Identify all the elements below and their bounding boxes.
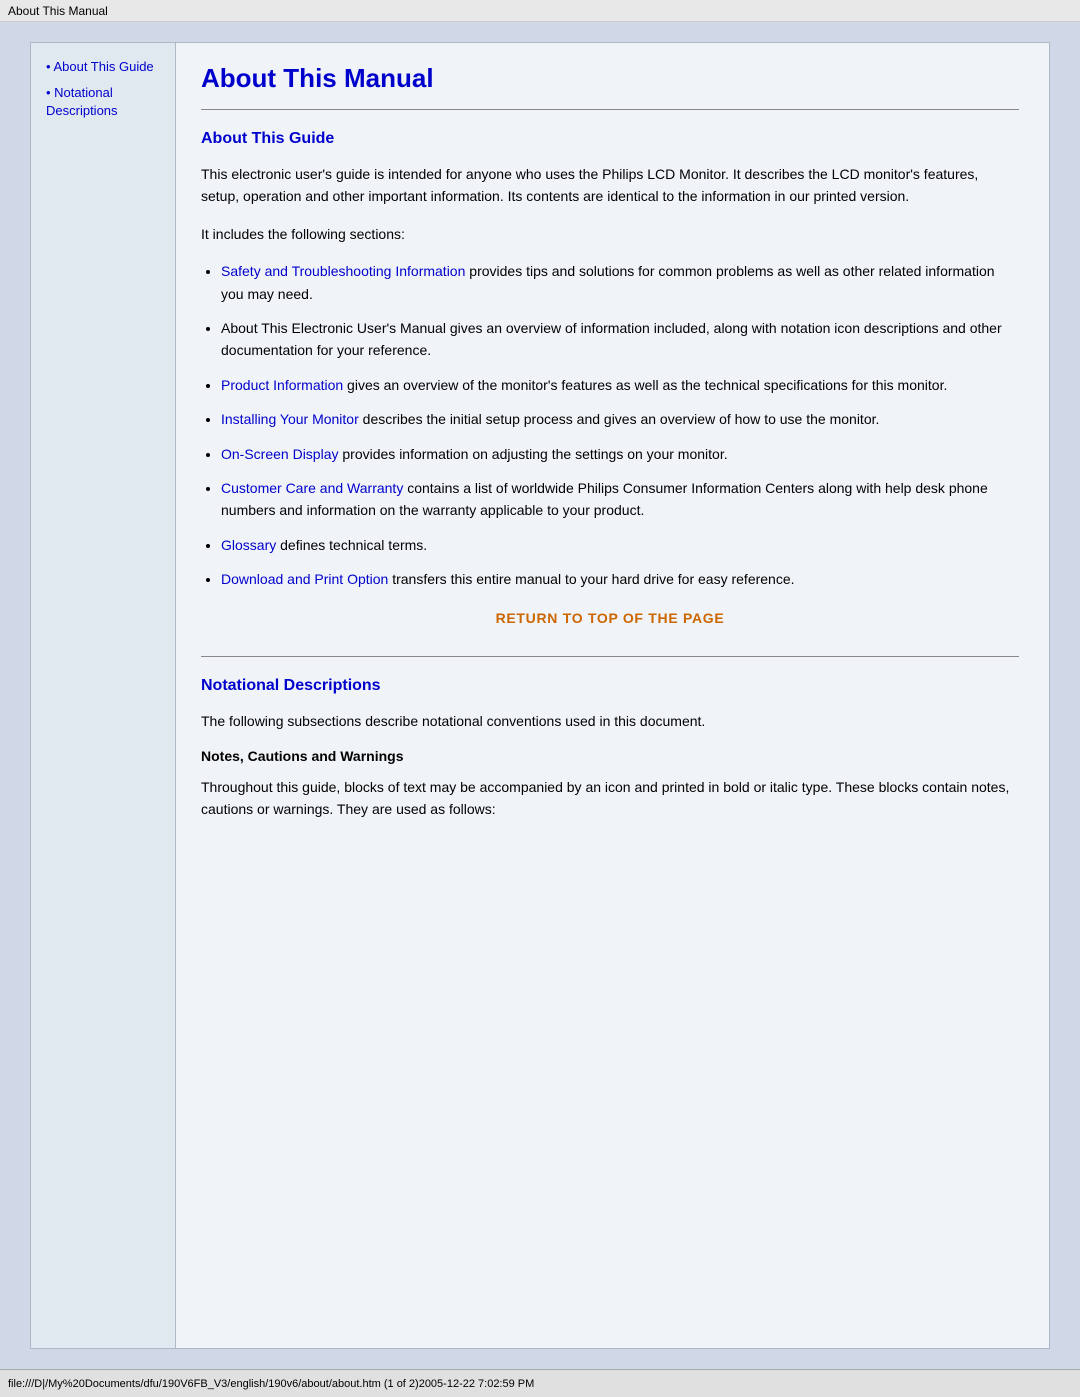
list-item-electronic-text: About This Electronic User's Manual give…	[221, 320, 1002, 358]
link-download[interactable]: Download and Print Option	[221, 571, 388, 587]
paragraph-notes-cautions: Throughout this guide, blocks of text ma…	[201, 776, 1019, 821]
sidebar: About This Guide Notational Descriptions	[31, 43, 176, 1348]
sidebar-item-about-this-guide[interactable]: About This Guide	[46, 58, 165, 76]
list-item-glossary-text: defines technical terms.	[276, 537, 427, 553]
return-to-top-link[interactable]: RETURN TO TOP OF THE PAGE	[201, 610, 1019, 626]
paragraph-notational-1: The following subsections describe notat…	[201, 710, 1019, 732]
main-layout: About This Guide Notational Descriptions…	[30, 42, 1050, 1349]
list-item-product-info: Product Information gives an overview of…	[221, 374, 1019, 396]
link-safety[interactable]: Safety and Troubleshooting Information	[221, 263, 465, 279]
list-item-glossary: Glossary defines technical terms.	[221, 534, 1019, 556]
page-wrapper: About This Guide Notational Descriptions…	[0, 22, 1080, 1369]
list-item-download: Download and Print Option transfers this…	[221, 568, 1019, 590]
list-item-download-text: transfers this entire manual to your har…	[388, 571, 794, 587]
section-title-notational: Notational Descriptions	[201, 677, 1019, 695]
list-item-product-text: gives an overview of the monitor's featu…	[343, 377, 947, 393]
link-product-info[interactable]: Product Information	[221, 377, 343, 393]
title-divider	[201, 109, 1019, 110]
section-title-about: About This Guide	[201, 130, 1019, 148]
list-item-safety: Safety and Troubleshooting Information p…	[221, 260, 1019, 305]
bullet-list-sections: Safety and Troubleshooting Information p…	[221, 260, 1019, 590]
list-item-osd-text: provides information on adjusting the se…	[339, 446, 728, 462]
section-about-this-guide: About This Guide This electronic user's …	[201, 130, 1019, 626]
status-bar-text: file:///D|/My%20Documents/dfu/190V6FB_V3…	[8, 1378, 534, 1390]
list-item-customer-care: Customer Care and Warranty contains a li…	[221, 477, 1019, 522]
sidebar-link-about[interactable]: About This Guide	[53, 59, 153, 74]
link-osd[interactable]: On-Screen Display	[221, 446, 339, 462]
list-item-electronic-manual: About This Electronic User's Manual give…	[221, 317, 1019, 362]
paragraph-about-1: This electronic user's guide is intended…	[201, 163, 1019, 208]
sidebar-item-notational-descriptions[interactable]: Notational Descriptions	[46, 84, 165, 120]
section-notational: Notational Descriptions The following su…	[201, 677, 1019, 820]
link-glossary[interactable]: Glossary	[221, 537, 276, 553]
sidebar-link-notational[interactable]: Notational Descriptions	[46, 85, 118, 118]
list-item-osd: On-Screen Display provides information o…	[221, 443, 1019, 465]
list-item-installing: Installing Your Monitor describes the in…	[221, 408, 1019, 430]
paragraph-about-2: It includes the following sections:	[201, 223, 1019, 245]
status-bar: file:///D|/My%20Documents/dfu/190V6FB_V3…	[0, 1369, 1080, 1397]
list-item-installing-text: describes the initial setup process and …	[359, 411, 880, 427]
title-bar-text: About This Manual	[8, 4, 108, 18]
title-bar: About This Manual	[0, 0, 1080, 22]
link-installing[interactable]: Installing Your Monitor	[221, 411, 359, 427]
page-title: About This Manual	[201, 63, 1019, 94]
section-divider	[201, 656, 1019, 657]
main-content: About This Manual About This Guide This …	[176, 43, 1049, 1348]
subsection-title-notes: Notes, Cautions and Warnings	[201, 748, 1019, 764]
link-customer-care[interactable]: Customer Care and Warranty	[221, 480, 403, 496]
